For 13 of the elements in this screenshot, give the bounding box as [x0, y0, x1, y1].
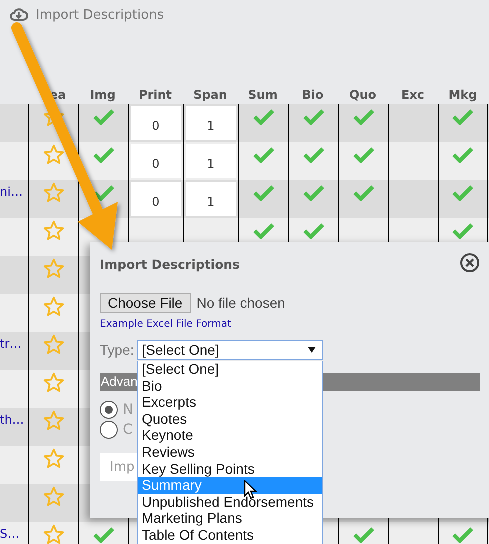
- column-header: Sum: [247, 88, 279, 104]
- file-status-text: No file chosen: [196, 295, 286, 311]
- column-header: Img: [89, 88, 117, 104]
- radio-label: C: [123, 422, 133, 438]
- column-header: Print: [138, 88, 174, 104]
- radio-label: N: [123, 402, 134, 418]
- column-header: Quo: [348, 88, 378, 104]
- column-header: Mkg: [448, 88, 478, 104]
- dialog-title: Import Descriptions: [100, 257, 240, 272]
- type-label: Type:: [100, 342, 134, 358]
- column-header: Bio: [301, 88, 325, 104]
- column-header: Exc: [400, 88, 426, 104]
- column-header: Span: [192, 88, 228, 104]
